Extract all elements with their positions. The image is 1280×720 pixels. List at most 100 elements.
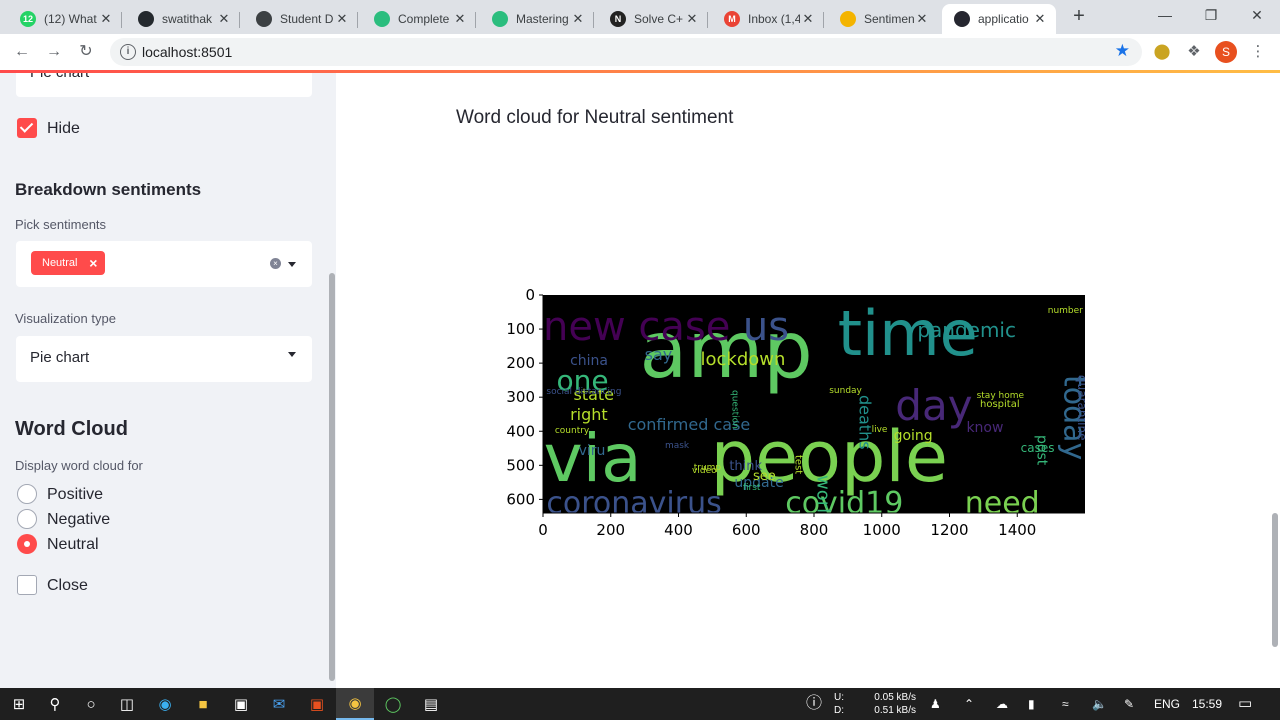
- pen-icon[interactable]: ✎: [1124, 688, 1134, 720]
- language-indicator[interactable]: ENG: [1154, 688, 1180, 720]
- radio-negative[interactable]: [17, 509, 37, 529]
- x-tick-label: 1000: [863, 521, 901, 539]
- close-window-button[interactable]: ✕: [1234, 0, 1280, 30]
- tab-close-icon[interactable]: ✕: [800, 11, 816, 27]
- chart-type-select[interactable]: Pie chart: [16, 73, 312, 97]
- address-bar[interactable]: i localhost:8501 ★: [110, 38, 1142, 66]
- clear-selection-icon[interactable]: ×: [270, 258, 281, 269]
- chevron-up-icon[interactable]: ⌃: [964, 688, 974, 720]
- profile-avatar[interactable]: S: [1215, 41, 1237, 63]
- browser-menu-icon[interactable]: ⋮: [1248, 42, 1268, 62]
- browser-toolbar: ← → ↻ i localhost:8501 ★ ⬤ ❖ S ⋮: [0, 34, 1280, 70]
- store-icon[interactable]: ▣: [222, 688, 260, 720]
- task-view-icon[interactable]: ◫: [108, 688, 146, 720]
- browser-tab[interactable]: applicatio ✕: [942, 4, 1056, 34]
- tab-close-icon[interactable]: ✕: [98, 11, 114, 27]
- windows-start-icon[interactable]: ⊞: [0, 688, 38, 720]
- volume-icon[interactable]: 🔈: [1092, 688, 1107, 720]
- word-cloud-word: us: [743, 304, 789, 350]
- hide-checkbox[interactable]: [17, 118, 37, 138]
- tab-close-icon[interactable]: ✕: [1032, 11, 1048, 27]
- sidebar-scrollbar[interactable]: [329, 273, 335, 681]
- browser-tab[interactable]: Student D ✕: [244, 4, 358, 34]
- chevron-down-icon[interactable]: [288, 352, 296, 357]
- new-tab-button[interactable]: +: [1066, 6, 1092, 28]
- tab-close-icon[interactable]: ✕: [452, 11, 468, 27]
- tab-close-icon[interactable]: ✕: [570, 11, 586, 27]
- word-cloud-word: deaths: [856, 395, 875, 450]
- notification-icon[interactable]: ▭: [1238, 688, 1252, 720]
- visualization-type-select[interactable]: Pie chart: [16, 336, 312, 382]
- tab-favicon-icon: [138, 11, 154, 27]
- site-info-icon[interactable]: i: [120, 44, 136, 60]
- browser-tab[interactable]: 12 (12) What ✕: [8, 4, 122, 34]
- wifi-icon[interactable]: ≈: [1062, 688, 1069, 720]
- file-explorer-icon[interactable]: ■: [184, 688, 222, 720]
- os-taskbar: ⊞ ⚲ ○ ◫ ◉ ■ ▣ ✉ ▣ ◉ ◯ ▤ ⓘ U: D: 0.05 kB/s…: [0, 688, 1280, 720]
- address-url[interactable]: localhost:8501: [142, 44, 232, 60]
- word-cloud-word: new case: [543, 304, 730, 350]
- reload-icon[interactable]: ↻: [74, 40, 98, 64]
- minimize-window-button[interactable]: —: [1142, 0, 1188, 30]
- y-tick-label: 200: [506, 354, 535, 372]
- browser-tab[interactable]: N Solve C+ ✕: [598, 4, 708, 34]
- mail-icon[interactable]: ✉: [260, 688, 298, 720]
- y-tick-label: 100: [506, 320, 535, 338]
- radio-positive[interactable]: [17, 484, 37, 504]
- word-cloud-word: covid19: [785, 486, 903, 521]
- word-cloud-word: mask: [665, 441, 690, 451]
- x-tick-label: 400: [664, 521, 693, 539]
- chrome-icon[interactable]: ◉: [336, 688, 374, 720]
- forward-arrow-icon[interactable]: →: [42, 40, 66, 64]
- restore-window-button[interactable]: ❐: [1188, 0, 1234, 30]
- extension-icon[interactable]: ⬤: [1152, 42, 1172, 62]
- word-cloud-word: trump: [694, 463, 722, 473]
- hide-label[interactable]: Hide: [47, 120, 80, 138]
- tab-favicon-icon: [374, 11, 390, 27]
- word-cloud-word: country: [555, 426, 590, 436]
- battery-icon[interactable]: ▮: [1028, 688, 1035, 720]
- edge-icon[interactable]: ◉: [146, 688, 184, 720]
- back-arrow-icon[interactable]: ←: [10, 40, 34, 64]
- word-cloud-word: pandemic: [917, 318, 1016, 342]
- bookmark-star-icon[interactable]: ★: [1115, 41, 1130, 61]
- main-scrollbar[interactable]: [1272, 513, 1278, 647]
- cortana-icon[interactable]: ○: [72, 688, 110, 720]
- chevron-down-icon[interactable]: [288, 262, 296, 267]
- tab-favicon-icon: [840, 11, 856, 27]
- people-icon[interactable]: ♟: [930, 688, 941, 720]
- browser-tab[interactable]: M Inbox (1,4 ✕: [712, 4, 824, 34]
- radio-negative-label[interactable]: Negative: [47, 511, 110, 529]
- y-tick-label: 400: [506, 422, 535, 440]
- word-cloud-word: need: [965, 486, 1040, 521]
- search-icon[interactable]: ⚲: [36, 688, 74, 720]
- clock[interactable]: 15:59: [1192, 688, 1222, 720]
- sentiments-multiselect[interactable]: Neutral × ×: [16, 241, 312, 287]
- radio-positive-label[interactable]: Positive: [47, 486, 103, 504]
- tab-label: Sentimen: [864, 12, 914, 26]
- browser-tab[interactable]: Mastering ✕: [480, 4, 594, 34]
- word-cloud-word: lockdown: [701, 349, 786, 370]
- help-icon[interactable]: ⓘ: [806, 688, 822, 720]
- browser-tab[interactable]: Complete ✕: [362, 4, 476, 34]
- x-tick-label: 0: [538, 521, 548, 539]
- chip-remove-icon[interactable]: ×: [89, 251, 97, 275]
- close-checkbox[interactable]: [17, 575, 37, 595]
- onedrive-icon[interactable]: ☁: [996, 688, 1008, 720]
- browser-tab[interactable]: swatithak ✕: [126, 4, 240, 34]
- anaconda-icon[interactable]: ◯: [374, 688, 412, 720]
- extensions-puzzle-icon[interactable]: ❖: [1184, 42, 1204, 62]
- word-cloud-word: quarantine: [1075, 375, 1089, 441]
- radio-neutral-label[interactable]: Neutral: [47, 536, 99, 554]
- office-icon[interactable]: ▣: [298, 688, 336, 720]
- radio-neutral[interactable]: [17, 534, 37, 554]
- tab-close-icon[interactable]: ✕: [684, 11, 700, 27]
- tab-close-icon[interactable]: ✕: [334, 11, 350, 27]
- terminal-icon[interactable]: ▤: [412, 688, 450, 720]
- tab-label: (12) What: [44, 12, 97, 26]
- tab-close-icon[interactable]: ✕: [914, 11, 930, 27]
- visualization-type-value: Pie chart: [30, 349, 90, 366]
- browser-tab[interactable]: Sentimen ✕: [828, 4, 938, 34]
- close-label[interactable]: Close: [47, 577, 88, 595]
- tab-close-icon[interactable]: ✕: [216, 11, 232, 27]
